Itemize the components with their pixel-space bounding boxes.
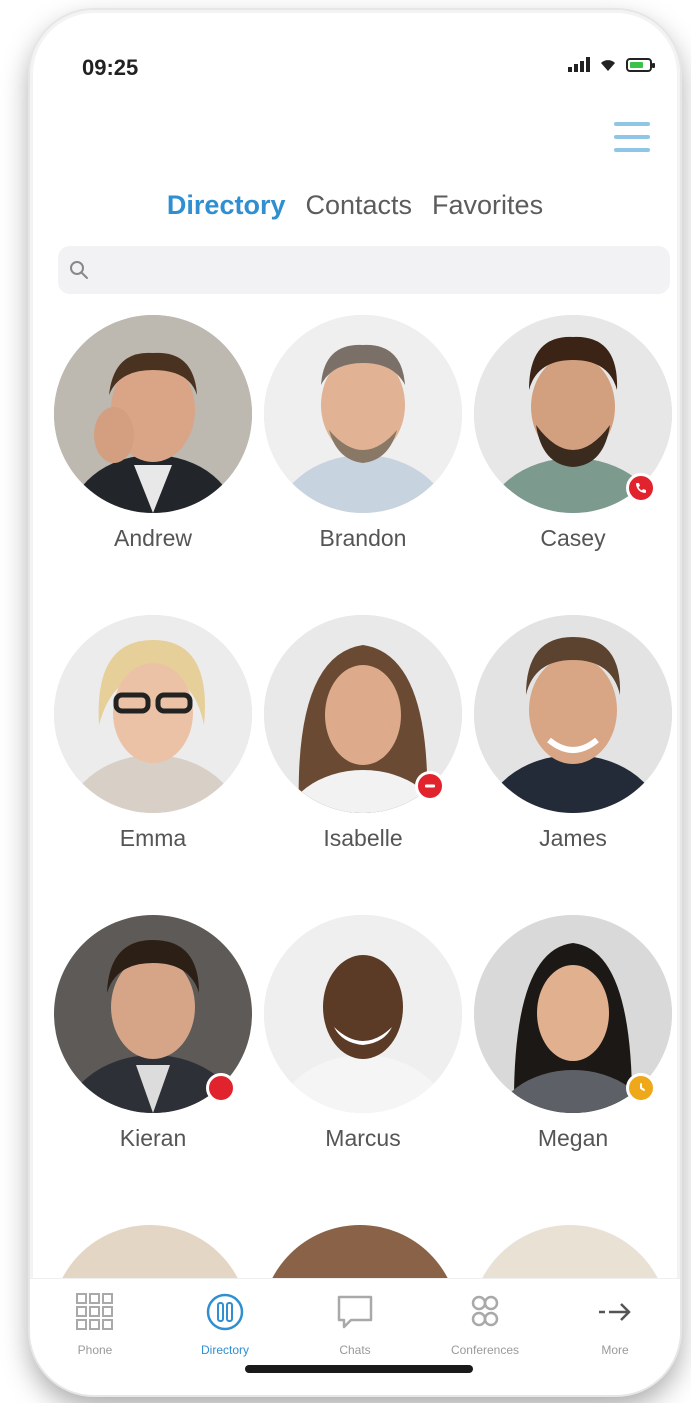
tabbar-label: Directory [200,1343,249,1357]
contact-name: Megan [537,1125,609,1151]
contact-megan[interactable]: Megan [468,915,678,1215]
next-row-avatars [30,1225,680,1280]
tabbar-directory[interactable]: Directory [165,1289,285,1395]
avatar [54,315,252,513]
contact-kieran[interactable]: Kieran [48,915,258,1215]
tabbar-label: Phone [77,1343,113,1357]
phone-frame: 09:25 Directory Contacts Favorites Andre… [30,10,680,1395]
avatar [264,915,462,1113]
away-status-icon [626,1073,656,1103]
contact-name: Isabelle [323,825,403,851]
contact-name: Andrew [114,525,192,551]
tab-favorites[interactable]: Favorites [432,190,543,221]
contact-isabelle[interactable]: Isabelle [258,615,468,915]
search-icon [70,261,88,279]
segment-tabs: Directory Contacts Favorites [30,190,680,221]
hamburger-menu-icon[interactable] [614,122,650,156]
signal-icon [568,56,590,72]
avatar [261,1225,459,1280]
conference-icon [462,1289,508,1335]
contact-casey[interactable]: Casey [468,315,678,615]
avatar [264,315,462,513]
contact-emma[interactable]: Emma [48,615,258,915]
contact-name: James [539,825,607,851]
battery-icon [626,58,655,72]
avatar [54,615,252,813]
tab-contacts[interactable]: Contacts [305,190,412,221]
search-input[interactable] [96,245,670,295]
tabbar-conferences[interactable]: Conferences [425,1289,545,1395]
contact-name: Marcus [325,1125,401,1151]
contact-marcus[interactable]: Marcus [258,915,468,1215]
directory-icon [202,1289,248,1335]
keypad-icon [72,1289,118,1335]
do-not-disturb-status-icon [415,771,445,801]
tabbar-chats[interactable]: Chats [295,1289,415,1395]
contact-name: Emma [119,825,187,851]
avatar [474,615,672,813]
tabbar-label: Chats [339,1343,371,1357]
search-bar [58,245,670,295]
on-call-status-icon [626,473,656,503]
contact-name: Kieran [119,1125,187,1151]
tabbar-more[interactable]: More [555,1289,675,1395]
bottom-tab-bar: Phone Directory Chats Conferences More [30,1278,680,1395]
contact-grid: Andrew Brandon Casey Emma Isabelle James… [48,315,673,1215]
avatar [51,1225,249,1280]
contact-andrew[interactable]: Andrew [48,315,258,615]
arrow-right-icon [592,1289,638,1335]
busy-status-icon [206,1073,236,1103]
chat-bubble-icon [332,1289,378,1335]
tabbar-label: Conferences [450,1343,520,1357]
status-icons [568,56,655,72]
tabbar-phone[interactable]: Phone [35,1289,155,1395]
contact-james[interactable]: James [468,615,678,915]
contact-brandon[interactable]: Brandon [258,315,468,615]
contact-name: Brandon [319,525,407,551]
avatar [471,1225,669,1280]
contact-name: Casey [540,525,606,551]
tabbar-label: More [601,1343,629,1357]
status-time: 09:25 [82,55,139,80]
wifi-icon [598,56,618,72]
home-indicator[interactable] [245,1365,473,1373]
tab-directory[interactable]: Directory [167,190,286,221]
